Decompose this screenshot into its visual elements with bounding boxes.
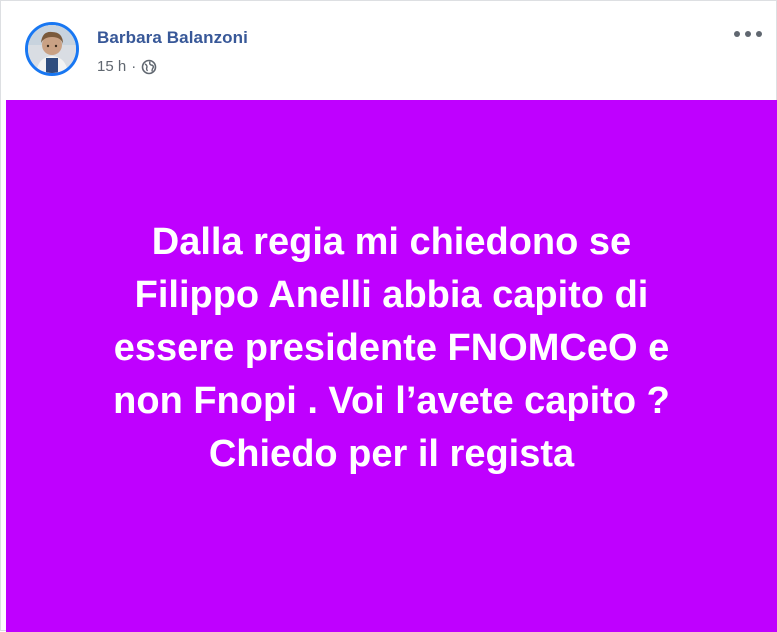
avatar[interactable] (25, 22, 79, 76)
meta-separator: · (131, 58, 137, 75)
profile-photo-icon (28, 25, 76, 73)
more-options-icon[interactable] (734, 26, 762, 42)
post-text: Dalla regia mi chiedono se Filippo Anell… (113, 220, 670, 475)
dot (734, 31, 740, 37)
post-header: Barbara Balanzoni 15 h · (1, 1, 776, 100)
post-timestamp[interactable]: 15 h (97, 58, 126, 75)
author-name[interactable]: Barbara Balanzoni (97, 28, 248, 48)
dot (745, 31, 751, 37)
dot (756, 31, 762, 37)
globe-icon[interactable] (141, 59, 157, 75)
post-content-background: Dalla regia mi chiedono se Filippo Anell… (6, 100, 777, 632)
facebook-post: Barbara Balanzoni 15 h · Dalla regia mi … (0, 0, 777, 632)
post-meta: 15 h · (97, 58, 157, 75)
